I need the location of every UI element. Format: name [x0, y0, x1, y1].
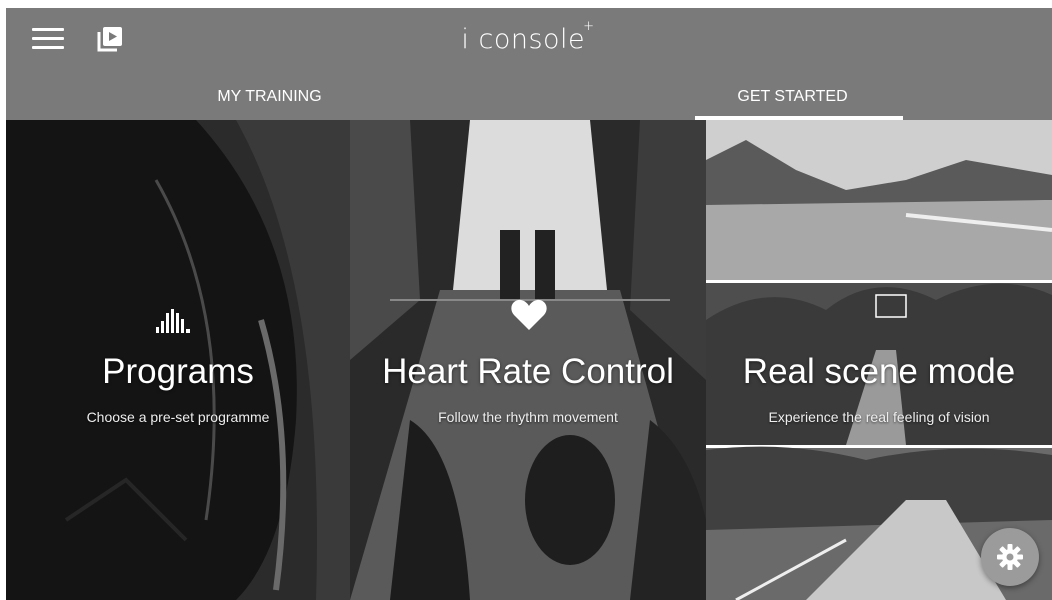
tab-my-training[interactable]: MY TRAINING	[6, 73, 533, 120]
programs-subtitle: Choose a pre-set programme	[86, 409, 270, 425]
heart-rate-control-card[interactable]: Heart Rate Control Follow the rhythm mov…	[350, 120, 706, 600]
tab-bar: MY TRAINING GET STARTED	[6, 73, 1052, 120]
real-scene-mode-card[interactable]: Real scene mode Experience the real feel…	[706, 120, 1052, 600]
programs-title: Programs	[102, 352, 254, 391]
app-logo-text: i console	[461, 24, 586, 55]
app-logo-plus: +	[583, 19, 595, 34]
bar-chart-icon	[156, 309, 190, 333]
tab-get-started[interactable]: GET STARTED	[533, 73, 1052, 120]
heart-icon	[511, 299, 547, 330]
gear-icon	[997, 544, 1023, 570]
real-scene-subtitle: Experience the real feeling of vision	[768, 409, 990, 425]
programs-card[interactable]: Programs Choose a pre-set programme	[6, 120, 350, 600]
heart-rate-subtitle: Follow the rhythm movement	[438, 409, 618, 425]
app-window: i console+ MY TRAINING GET STARTED Progr…	[6, 8, 1052, 600]
app-logo: i console+	[6, 19, 1052, 55]
heart-rate-title: Heart Rate Control	[382, 352, 674, 391]
settings-fab-button[interactable]	[981, 528, 1039, 586]
real-scene-title: Real scene mode	[742, 352, 1016, 391]
top-app-bar: i console+	[6, 8, 1052, 73]
